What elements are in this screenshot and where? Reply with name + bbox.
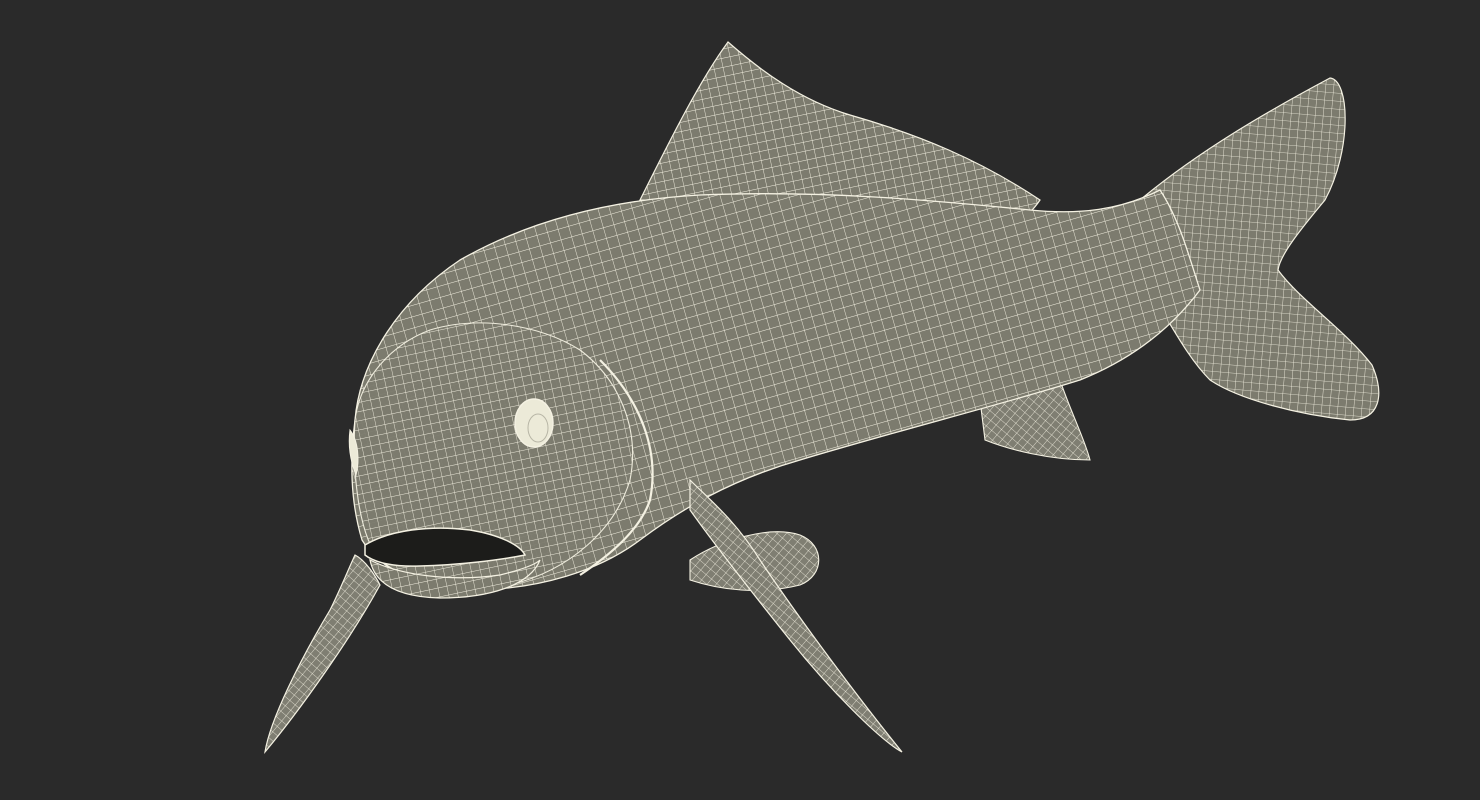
render-viewport (0, 0, 1480, 800)
pectoral-fin-right (689, 478, 903, 753)
pectoral-fin-left (264, 554, 381, 755)
fish-wireframe-render (264, 41, 1380, 755)
